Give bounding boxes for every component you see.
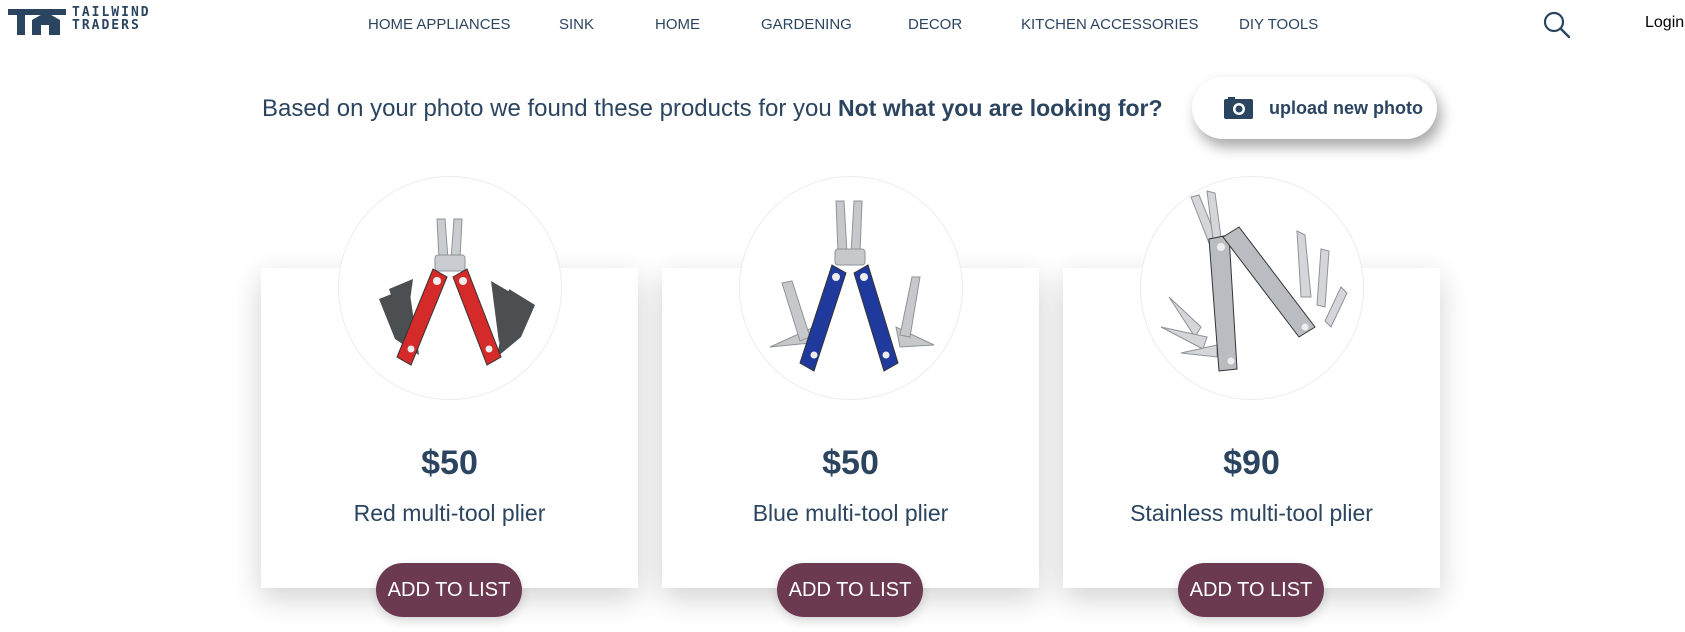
nav-gardening[interactable]: GARDENING <box>761 16 852 33</box>
add-to-list-button[interactable]: ADD TO LIST <box>1178 563 1324 617</box>
brand-logo[interactable]: TAILWIND TRADERS <box>8 6 151 36</box>
upload-new-photo-button[interactable]: upload new photo <box>1192 77 1437 139</box>
add-to-list-button[interactable]: ADD TO LIST <box>777 563 923 617</box>
multitool-plier-icon <box>769 200 935 372</box>
multitool-plier-icon <box>379 218 535 366</box>
handle-right <box>853 264 899 372</box>
product-name[interactable]: Red multi-tool plier <box>261 500 638 527</box>
product-price: $50 <box>822 444 879 482</box>
product-image-stainless[interactable] <box>1140 176 1364 400</box>
not-what-you-want-text: Not what you are looking for? <box>838 95 1163 121</box>
nav-decor[interactable]: DECOR <box>908 16 962 33</box>
top-bar: TAILWIND TRADERS HOME APPLIANCES SINK HO… <box>0 0 1685 52</box>
nav-sink[interactable]: SINK <box>559 16 594 33</box>
brand-line-2: TRADERS <box>72 18 141 33</box>
nav-kitchen-accessories[interactable]: KITCHEN ACCESSORIES <box>1021 16 1199 33</box>
results-intro-text: Based on your photo we found these produ… <box>262 95 832 122</box>
product-price: $90 <box>1223 444 1280 482</box>
camera-icon <box>1224 97 1253 119</box>
handle-left <box>799 264 847 372</box>
nav-diy-tools[interactable]: DIY TOOLS <box>1239 16 1318 33</box>
upload-new-photo-label: upload new photo <box>1269 97 1423 118</box>
product-name[interactable]: Blue multi-tool plier <box>662 500 1039 527</box>
brand-name: TAILWIND TRADERS <box>72 6 151 32</box>
search-icon[interactable] <box>1543 11 1571 39</box>
nav-home-appliances[interactable]: HOME APPLIANCES <box>368 16 511 33</box>
multitool-plier-icon <box>1160 190 1348 372</box>
add-to-list-button[interactable]: ADD TO LIST <box>376 563 522 617</box>
nav-home[interactable]: HOME <box>655 16 700 33</box>
product-price: $50 <box>421 444 478 482</box>
product-name[interactable]: Stainless multi-tool plier <box>1063 500 1440 527</box>
login-link[interactable]: Login <box>1645 14 1684 32</box>
product-image-red[interactable] <box>338 176 562 400</box>
product-image-blue[interactable] <box>739 176 963 400</box>
logo-house-icon <box>8 9 66 35</box>
